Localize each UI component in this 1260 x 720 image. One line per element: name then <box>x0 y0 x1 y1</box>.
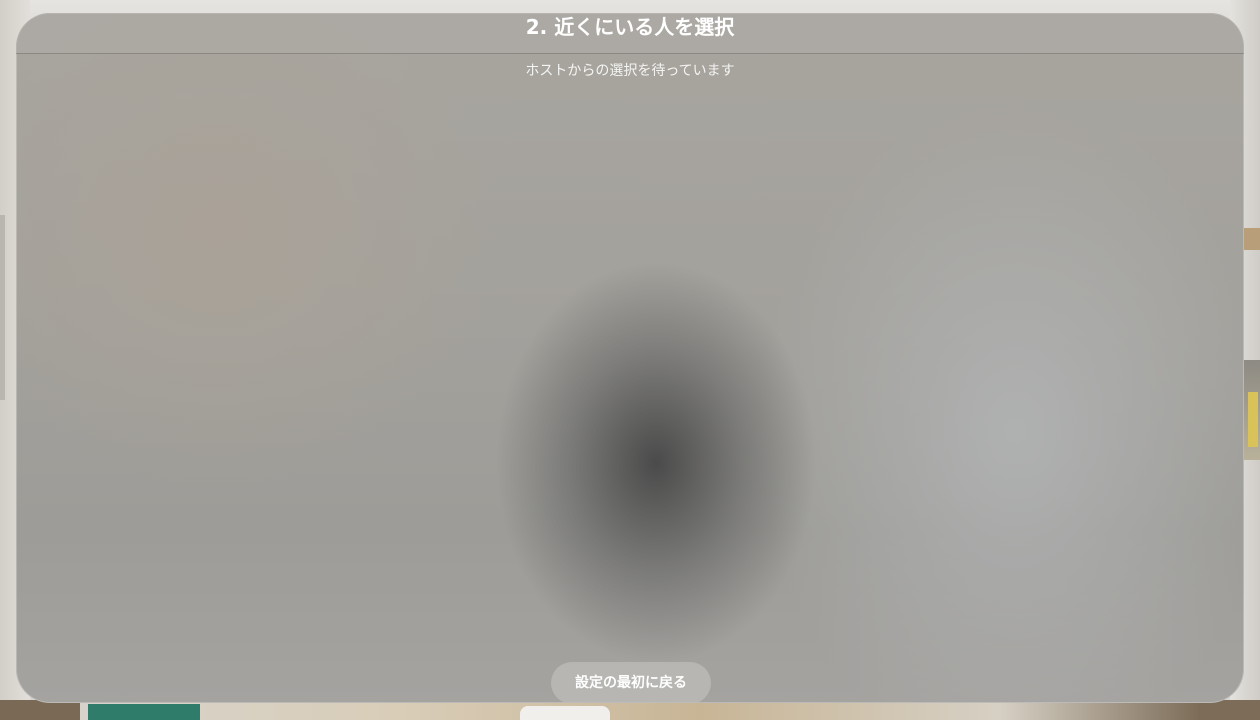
waiting-status-text: ホストからの選択を待っています <box>525 63 735 79</box>
title-divider <box>16 53 1244 54</box>
back-to-setup-start-button[interactable]: 設定の最初に戻る <box>551 662 711 703</box>
window-title: 2. 近くにいる人を選択 <box>525 15 735 39</box>
background-books <box>1248 392 1258 447</box>
background-object <box>520 706 610 720</box>
room-background: 2. 近くにいる人を選択 ホストからの選択を待っています 設定の最初に戻る <box>0 0 1260 720</box>
setup-window: 2. 近くにいる人を選択 ホストからの選択を待っています 設定の最初に戻る <box>16 13 1244 703</box>
background-shelf <box>1244 228 1260 250</box>
background-furniture <box>88 704 200 720</box>
background-picture-frame <box>0 215 5 400</box>
